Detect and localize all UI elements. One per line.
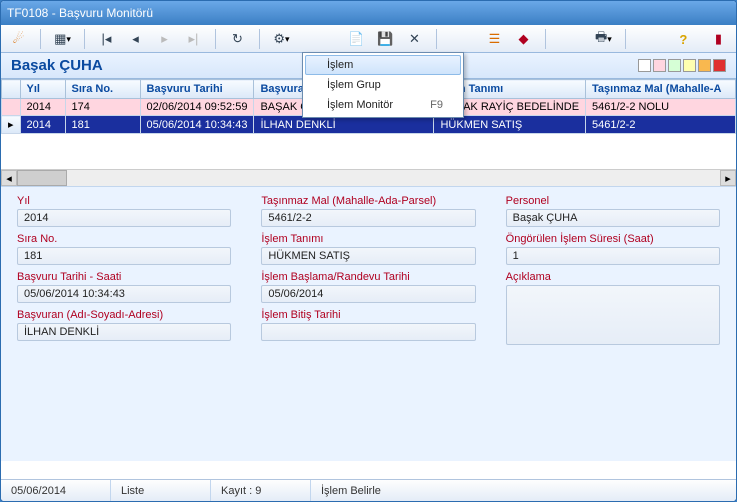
value-aciklama — [506, 285, 720, 345]
horizontal-scrollbar[interactable]: ◂ ▸ — [1, 169, 736, 186]
settings-dropdown[interactable]: İşlem İşlem Grup İşlem Monitör F9 — [302, 52, 464, 118]
grid-header-tasinmaz[interactable]: Taşınmaz Mal (Mahalle-A — [586, 80, 736, 99]
value-islem-tanimi: HÜKMEN SATIŞ — [261, 247, 475, 265]
field-islem-tanimi: İşlem Tanımı HÜKMEN SATIŞ — [261, 233, 475, 265]
grid-header-yil[interactable]: Yıl — [20, 80, 65, 99]
refresh-icon[interactable]: ↻ — [226, 27, 249, 51]
scroll-thumb[interactable] — [17, 170, 67, 186]
label-personel: Personel — [506, 195, 720, 207]
status-count: Kayıt : 9 — [211, 480, 311, 501]
value-islem-baslama: 05/06/2014 — [261, 285, 475, 303]
menu-item-islem-monitor[interactable]: İşlem Monitör F9 — [305, 95, 461, 115]
field-sira: Sıra No. 181 — [17, 233, 231, 265]
value-sure: 1 — [506, 247, 720, 265]
field-islem-baslama: İşlem Başlama/Randevu Tarihi 05/06/2014 — [261, 271, 475, 303]
toolbar: ☄ ▦▾ |◂ ◂ ▸ ▸| ↻ ⚙▾ 📄 💾 ✕ ☰ ◆ 🖶▾ ? ▮ — [1, 25, 736, 53]
value-basvuru-tarihi: 05/06/2014 10:34:43 — [17, 285, 231, 303]
nav-prev-icon[interactable]: ◂ — [124, 27, 147, 51]
menu-item-islem-grup[interactable]: İşlem Grup — [305, 75, 461, 95]
grid-header-basvuru-tarihi[interactable]: Başvuru Tarihi — [140, 80, 254, 99]
value-basvuran: İLHAN DENKLİ — [17, 323, 231, 341]
label-sira: Sıra No. — [17, 233, 231, 245]
swatch-red[interactable] — [713, 59, 726, 72]
label-islem-baslama: İşlem Başlama/Randevu Tarihi — [261, 271, 475, 283]
label-tasinmaz: Taşınmaz Mal (Mahalle-Ada-Parsel) — [261, 195, 475, 207]
save-icon[interactable]: 💾 — [374, 27, 397, 51]
print-icon[interactable]: 🖶▾ — [592, 27, 615, 51]
value-sira: 181 — [17, 247, 231, 265]
color-filter-swatches — [638, 59, 726, 72]
grid-header-rowmark — [2, 80, 21, 99]
label-aciklama: Açıklama — [506, 271, 720, 283]
field-yil: Yıl 2014 — [17, 195, 231, 227]
value-tasinmaz: 5461/2-2 — [261, 209, 475, 227]
nav-first-icon[interactable]: |◂ — [95, 27, 118, 51]
task-icon[interactable]: 📄 — [345, 27, 368, 51]
status-mode: Liste — [111, 480, 211, 501]
field-basvuran: Başvuran (Adı-Soyadı-Adresi) İLHAN DENKL… — [17, 309, 231, 341]
scroll-right-icon[interactable]: ▸ — [720, 170, 736, 186]
delete-icon[interactable]: ✕ — [403, 27, 426, 51]
help-icon[interactable]: ? — [672, 27, 695, 51]
table-row[interactable]: ▸ 2014 181 05/06/2014 10:34:43 İLHAN DEN… — [2, 116, 736, 134]
app-icon[interactable]: ☄ — [7, 27, 30, 51]
list-icon[interactable]: ☰ — [483, 27, 506, 51]
value-yil: 2014 — [17, 209, 231, 227]
label-yil: Yıl — [17, 195, 231, 207]
scroll-left-icon[interactable]: ◂ — [1, 170, 17, 186]
label-islem-bitis: İşlem Bitiş Tarihi — [261, 309, 475, 321]
label-basvuran: Başvuran (Adı-Soyadı-Adresi) — [17, 309, 231, 321]
grid-icon[interactable]: ▦▾ — [51, 27, 74, 51]
field-tasinmaz: Taşınmaz Mal (Mahalle-Ada-Parsel) 5461/2… — [261, 195, 475, 227]
book-icon[interactable]: ◆ — [512, 27, 535, 51]
label-islem-tanimi: İşlem Tanımı — [261, 233, 475, 245]
swatch-yellow[interactable] — [683, 59, 696, 72]
label-sure: Öngörülen İşlem Süresi (Saat) — [506, 233, 720, 245]
window-title: TF0108 - Başvuru Monitörü — [7, 6, 153, 20]
value-islem-bitis — [261, 323, 475, 341]
swatch-green[interactable] — [668, 59, 681, 72]
swatch-orange[interactable] — [698, 59, 711, 72]
field-sure: Öngörülen İşlem Süresi (Saat) 1 — [506, 233, 720, 265]
field-basvuru-tarihi: Başvuru Tarihi - Saati 05/06/2014 10:34:… — [17, 271, 231, 303]
nav-next-icon[interactable]: ▸ — [153, 27, 176, 51]
status-date: 05/06/2014 — [1, 480, 111, 501]
label-basvuru-tarihi: Başvuru Tarihi - Saati — [17, 271, 231, 283]
settings-icon[interactable]: ⚙▾ — [270, 27, 293, 51]
nav-last-icon[interactable]: ▸| — [182, 27, 205, 51]
detail-form: Yıl 2014 Sıra No. 181 Başvuru Tarihi - S… — [1, 186, 736, 461]
statusbar: 05/06/2014 Liste Kayıt : 9 İşlem Belirle — [1, 479, 736, 501]
grid-header-sira[interactable]: Sıra No. — [65, 80, 140, 99]
user-name: Başak ÇUHA — [11, 57, 103, 74]
menu-item-islem[interactable]: İşlem — [305, 55, 461, 75]
swatch-pink[interactable] — [653, 59, 666, 72]
field-islem-bitis: İşlem Bitiş Tarihi — [261, 309, 475, 341]
swatch-white[interactable] — [638, 59, 651, 72]
exit-icon[interactable]: ▮ — [707, 27, 730, 51]
field-aciklama: Açıklama — [506, 271, 720, 345]
value-personel: Başak ÇUHA — [506, 209, 720, 227]
titlebar: TF0108 - Başvuru Monitörü — [1, 1, 736, 25]
status-action: İşlem Belirle — [311, 480, 736, 501]
field-personel: Personel Başak ÇUHA — [506, 195, 720, 227]
